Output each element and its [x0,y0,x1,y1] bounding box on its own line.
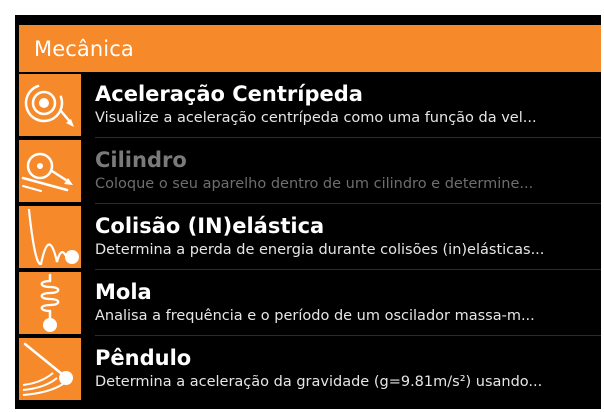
list-item-pendulum[interactable]: Pêndulo Determina a aceleração da gravid… [19,336,601,402]
list-item-spring[interactable]: Mola Analisa a frequência e o período de… [19,270,601,336]
list-item-title: Colisão (IN)elástica [95,214,325,238]
experiment-list-panel: Mecânica Aceleração Centrípeda Visualize [15,15,601,409]
section-header: Mecânica [19,25,601,72]
cylinder-icon [19,140,81,202]
bouncing-ball-icon [19,206,81,268]
list-item-title: Aceleração Centrípeda [95,82,363,106]
list-item-texts: Aceleração Centrípeda Visualize a aceler… [95,72,601,138]
list-item-subtitle: Analisa a frequência e o período de um o… [95,308,535,324]
list-item-cylinder[interactable]: Cilindro Coloque o seu aparelho dentro d… [19,138,601,204]
list-item-texts: Cilindro Coloque o seu aparelho dentro d… [95,138,601,204]
centripetal-icon [19,74,81,136]
section-title: Mecânica [34,36,134,61]
list-item-subtitle: Determina a perda de energia durante col… [95,242,545,258]
screen: Mecânica Aceleração Centrípeda Visualize [0,0,604,412]
list-item-title: Cilindro [95,148,187,172]
list-item-centripetal-acceleration[interactable]: Aceleração Centrípeda Visualize a aceler… [19,72,601,138]
experiment-list: Aceleração Centrípeda Visualize a aceler… [19,72,601,402]
list-item-title: Mola [95,280,152,304]
spring-icon [19,272,81,334]
list-item-title: Pêndulo [95,346,192,370]
list-item-texts: Pêndulo Determina a aceleração da gravid… [95,336,601,402]
list-item-subtitle: Visualize a aceleração centrípeda como u… [95,110,537,126]
list-item-inelastic-collision[interactable]: Colisão (IN)elástica Determina a perda d… [19,204,601,270]
list-item-texts: Mola Analisa a frequência e o período de… [95,270,601,336]
pendulum-icon [19,338,81,400]
list-item-texts: Colisão (IN)elástica Determina a perda d… [95,204,601,270]
list-item-subtitle: Determina a aceleração da gravidade (g=9… [95,374,543,390]
list-item-subtitle: Coloque o seu aparelho dentro de um cili… [95,176,534,192]
